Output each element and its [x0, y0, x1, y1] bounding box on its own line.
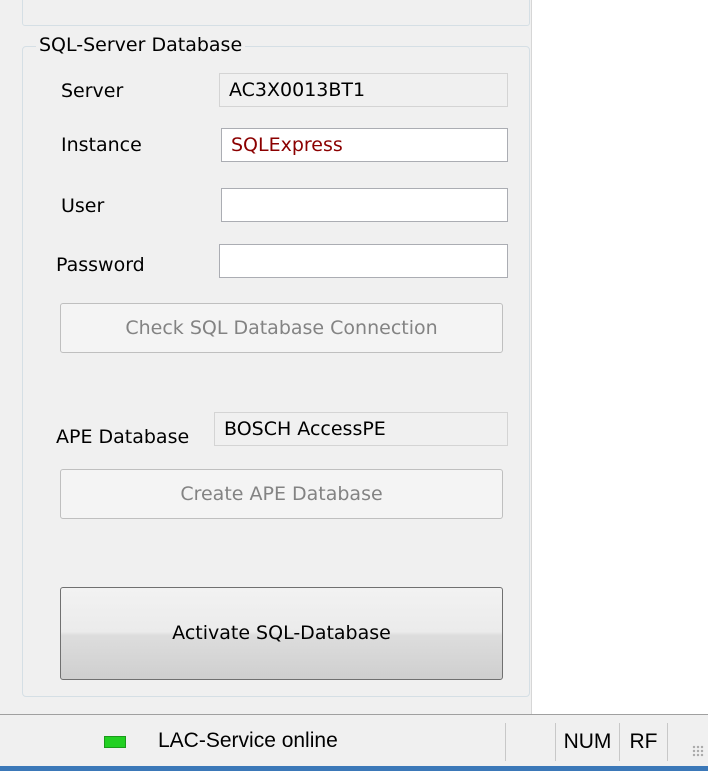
service-status-text: LAC-Service online [158, 729, 338, 752]
service-status-led-icon [104, 736, 126, 748]
create-ape-database-button[interactable]: Create APE Database [60, 469, 503, 519]
status-bar: LAC-Service online NUM RF [0, 714, 708, 771]
upper-groupbox [22, 0, 530, 26]
instance-label: Instance [61, 134, 142, 156]
instance-input[interactable]: SQLExpress [221, 128, 508, 162]
status-panel-empty [506, 723, 556, 761]
status-panel-service: LAC-Service online [0, 723, 506, 761]
password-input[interactable] [219, 244, 508, 278]
rf-indicator: RF [620, 723, 668, 761]
user-label: User [61, 195, 105, 217]
right-panel [531, 0, 708, 714]
check-sql-connection-button[interactable]: Check SQL Database Connection [60, 303, 503, 353]
groupbox-title: SQL-Server Database [36, 33, 246, 57]
server-field: AC3X0013BT1 [219, 73, 508, 107]
ape-database-field: BOSCH AccessPE [214, 412, 508, 446]
num-lock-indicator: NUM [556, 723, 620, 761]
password-label: Password [56, 254, 145, 276]
server-label: Server [61, 80, 124, 102]
resize-grip-icon[interactable] [692, 745, 704, 757]
user-input[interactable] [221, 188, 508, 222]
activate-sql-database-button[interactable]: Activate SQL-Database [60, 587, 503, 680]
window-bottom-border [0, 766, 708, 771]
ape-database-label: APE Database [56, 426, 190, 448]
